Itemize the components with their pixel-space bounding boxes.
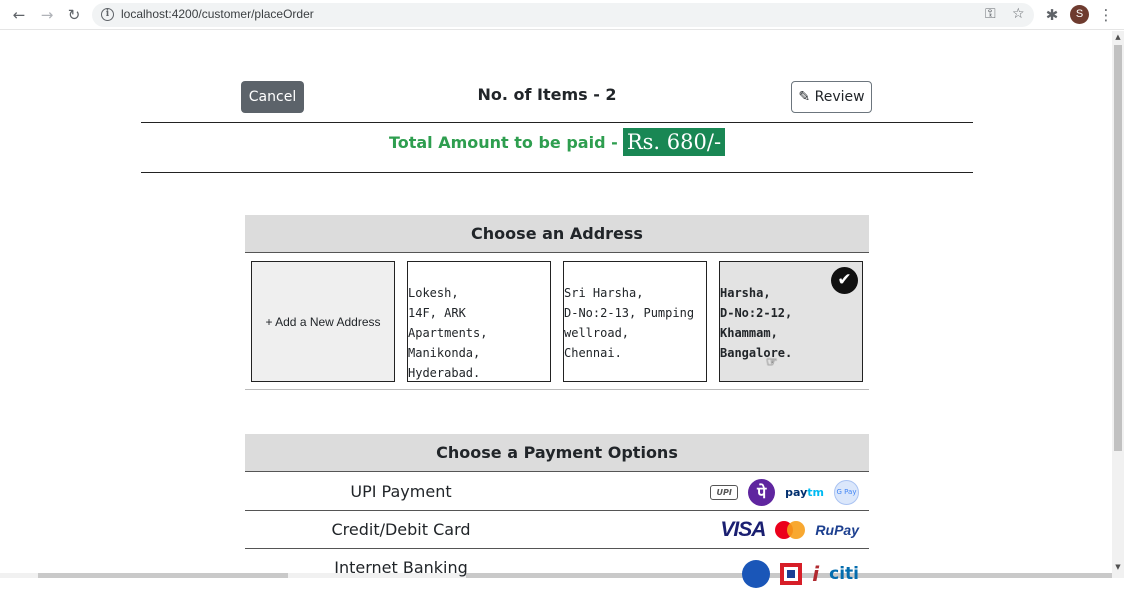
total-label: Total Amount to be paid - [388, 132, 618, 152]
address-card[interactable]: Lokesh, 14F, ARK Apartments, Manikonda, … [407, 261, 551, 382]
url-text: localhost:4200/customer/placeOrder [121, 7, 314, 21]
payment-logos: VISA RuPay [720, 511, 859, 549]
divider [141, 122, 973, 123]
divider [245, 389, 869, 390]
payment-option-label: Credit/Debit Card [331, 520, 471, 539]
visa-logo-icon: VISA [720, 518, 766, 541]
phonepe-logo-icon: पे [748, 478, 776, 506]
paytm-logo-icon: paytm [785, 485, 824, 499]
info-icon[interactable]: i [101, 8, 114, 21]
sbi-logo-icon [742, 560, 771, 588]
address-text: Harsha, D-No:2-12, Khammam, Bangalore. [720, 286, 793, 360]
payment-logos: UPI पे paytm G Pay [710, 473, 859, 511]
items-count: No. of Items - 2 [477, 85, 617, 104]
address-bar[interactable]: i localhost:4200/customer/placeOrder ⚿ ☆ [92, 3, 1034, 27]
payment-option-card[interactable]: Credit/Debit Card VISA RuPay [245, 511, 869, 549]
back-arrow-icon[interactable]: ← [9, 5, 29, 25]
address-card[interactable]: Sri Harsha, D-No:2-13, Pumping wellroad,… [563, 261, 707, 382]
rupay-logo-icon: RuPay [815, 522, 859, 538]
total-amount-row: Total Amount to be paid - Rs. 680/- [141, 128, 973, 156]
pencil-icon: ✎ [798, 89, 811, 105]
checkmark-icon: ✔ [831, 267, 858, 294]
scroll-down-icon[interactable]: ▼ [1112, 563, 1124, 571]
gpay-logo-icon: G Pay [834, 479, 859, 505]
address-text: Sri Harsha, D-No:2-13, Pumping wellroad,… [564, 286, 695, 360]
vertical-scroll-thumb[interactable] [1114, 45, 1122, 451]
scroll-up-icon[interactable]: ▲ [1112, 33, 1124, 41]
key-icon[interactable]: ⚿ [985, 6, 996, 22]
payment-option-label: UPI Payment [350, 482, 452, 501]
address-text: Lokesh, 14F, ARK Apartments, Manikonda, … [408, 286, 488, 380]
icici-logo-icon: i [812, 562, 820, 586]
address-section-title: Choose an Address [245, 215, 869, 253]
review-label: Review [814, 89, 865, 105]
payment-section-title: Choose a Payment Options [245, 434, 869, 472]
cancel-button[interactable]: Cancel [241, 81, 304, 113]
divider [141, 172, 973, 173]
address-card-selected[interactable]: ✔ Harsha, D-No:2-12, Khammam, Bangalore. [719, 261, 863, 382]
hand-cursor-icon: ☞ [766, 355, 778, 370]
citi-logo-icon: citi [829, 564, 859, 584]
star-icon[interactable]: ☆ [1012, 6, 1025, 22]
extensions-icon[interactable]: ✱ [1042, 5, 1062, 25]
payment-logos: i citi [742, 555, 859, 593]
forward-arrow-icon[interactable]: → [37, 5, 57, 25]
vertical-scrollbar[interactable]: ▲ ▼ [1112, 31, 1124, 578]
menu-icon[interactable]: ⋮ [1096, 5, 1116, 25]
total-amount-badge: Rs. 680/- [622, 128, 726, 156]
upi-logo-icon: UPI [710, 484, 739, 500]
mastercard-logo-icon [775, 521, 806, 539]
payment-option-upi[interactable]: UPI Payment UPI पे paytm G Pay [245, 473, 869, 511]
hdfc-logo-icon [780, 563, 803, 585]
profile-avatar[interactable]: S [1070, 5, 1089, 24]
payment-option-netbanking[interactable]: Internet Banking i citi [245, 549, 869, 588]
browser-toolbar: ← → ↻ i localhost:4200/customer/placeOrd… [0, 0, 1124, 30]
add-address-card[interactable]: + Add a New Address [251, 261, 395, 382]
payment-option-label: Internet Banking [334, 558, 468, 577]
reload-icon[interactable]: ↻ [64, 5, 84, 25]
review-button[interactable]: ✎ Review [791, 81, 872, 113]
